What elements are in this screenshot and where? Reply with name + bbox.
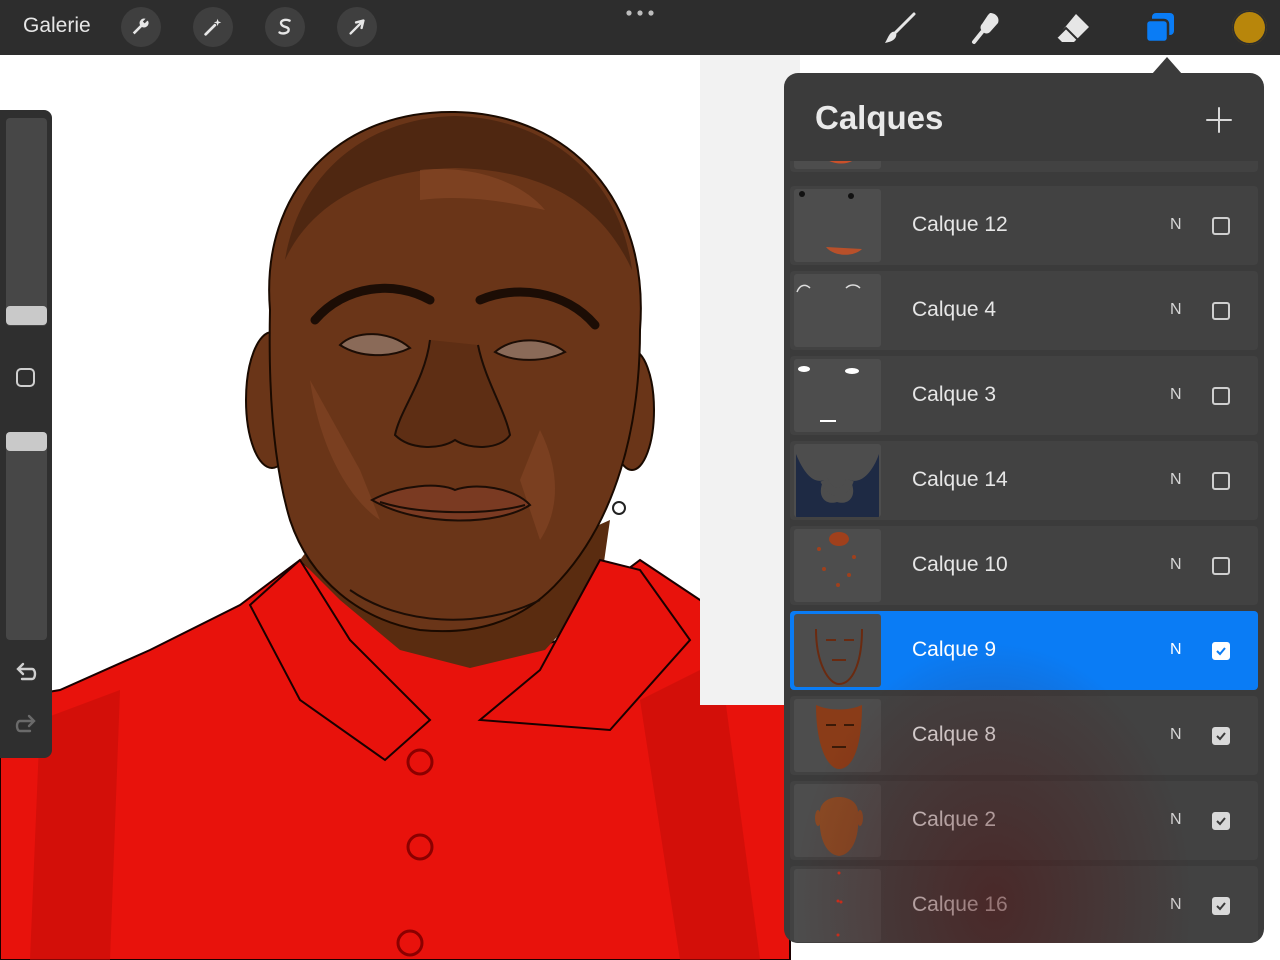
blend-mode-label[interactable]: N [1170,216,1182,234]
layers-icon[interactable] [1140,8,1180,48]
blend-mode-label[interactable]: N [1170,386,1182,404]
visibility-checkbox[interactable] [1212,557,1230,575]
layer-name: Calque 16 [912,893,1008,916]
layer-thumbnail [794,274,881,347]
smudge-icon[interactable] [966,8,1006,48]
panel-pointer [1152,57,1182,74]
modifier-square-icon[interactable] [16,368,35,387]
blend-mode-label[interactable]: N [1170,301,1182,319]
blend-mode-label[interactable]: N [1170,471,1182,489]
layer-row[interactable]: Calque 14 N [790,441,1258,520]
visibility-checkbox[interactable] [1212,387,1230,405]
layer-row[interactable]: Calque 4 N [790,271,1258,350]
layer-name: Calque 8 [912,723,997,746]
layer-row-selected[interactable]: Calque 9 N [790,611,1258,690]
layer-row[interactable]: Calque 12 N [790,186,1258,265]
layer-thumbnail [794,784,881,857]
left-sidebar [0,110,52,758]
top-toolbar: Galerie [0,0,1280,55]
color-picker-swatch[interactable] [1232,10,1267,45]
layer-row[interactable]: Calque 10 N [790,526,1258,605]
visibility-checkbox[interactable] [1212,217,1230,235]
layers-panel: Calques Calque 12 N Calque 4 N Calque 3 … [784,73,1264,943]
eraser-icon[interactable] [1053,8,1093,48]
layer-row[interactable]: Calque 3 N [790,356,1258,435]
selection-icon[interactable] [265,7,305,47]
undo-icon[interactable] [13,660,39,686]
layer-row[interactable]: Calque 2 N [790,781,1258,860]
blend-mode-label[interactable]: N [1170,641,1182,659]
visibility-checkbox[interactable] [1212,812,1230,830]
layer-thumbnail [794,161,881,169]
plus-icon[interactable] [1204,105,1234,135]
layer-name: Calque 12 [912,213,1008,236]
visibility-checkbox[interactable] [1212,472,1230,490]
brush-size-thumb[interactable] [6,306,47,325]
more-options-icon[interactable] [624,2,656,22]
layer-thumbnail [794,444,881,517]
panel-title: Calques [815,99,944,136]
visibility-checkbox[interactable] [1212,302,1230,320]
layer-name: Calque 9 [912,638,997,661]
brush-icon[interactable] [880,8,920,48]
wrench-icon[interactable] [121,7,161,47]
layer-name: Calque 3 [912,383,997,406]
opacity-slider[interactable] [6,432,47,640]
layer-thumbnail [794,189,881,262]
blend-mode-label[interactable]: N [1170,726,1182,744]
layer-thumbnail [794,699,881,772]
visibility-checkbox[interactable] [1212,897,1230,915]
blend-mode-label[interactable]: N [1170,811,1182,829]
layer-row[interactable]: Calque 8 N [790,696,1258,775]
layer-row[interactable]: Calque 16 N [790,866,1258,943]
visibility-checkbox[interactable] [1212,642,1230,660]
opacity-thumb[interactable] [6,432,47,451]
layer-name: Calque 14 [912,468,1008,491]
magic-wand-icon[interactable] [193,7,233,47]
layer-thumbnail [794,869,881,942]
gallery-button[interactable]: Galerie [23,14,91,38]
blend-mode-label[interactable]: N [1170,896,1182,914]
brush-size-slider[interactable] [6,118,47,326]
blend-mode-label[interactable]: N [1170,556,1182,574]
layer-name: Calque 10 [912,553,1008,576]
layers-list: Calque 12 N Calque 4 N Calque 3 N Calque [784,161,1264,943]
layer-name: Calque 4 [912,298,997,321]
layer-row-partial[interactable] [790,161,1258,172]
redo-icon[interactable] [13,712,39,738]
layer-thumbnail [794,614,881,687]
layer-thumbnail [794,529,881,602]
visibility-checkbox[interactable] [1212,727,1230,745]
layer-thumbnail [794,359,881,432]
transform-arrow-icon[interactable] [337,7,377,47]
layer-name: Calque 2 [912,808,997,831]
